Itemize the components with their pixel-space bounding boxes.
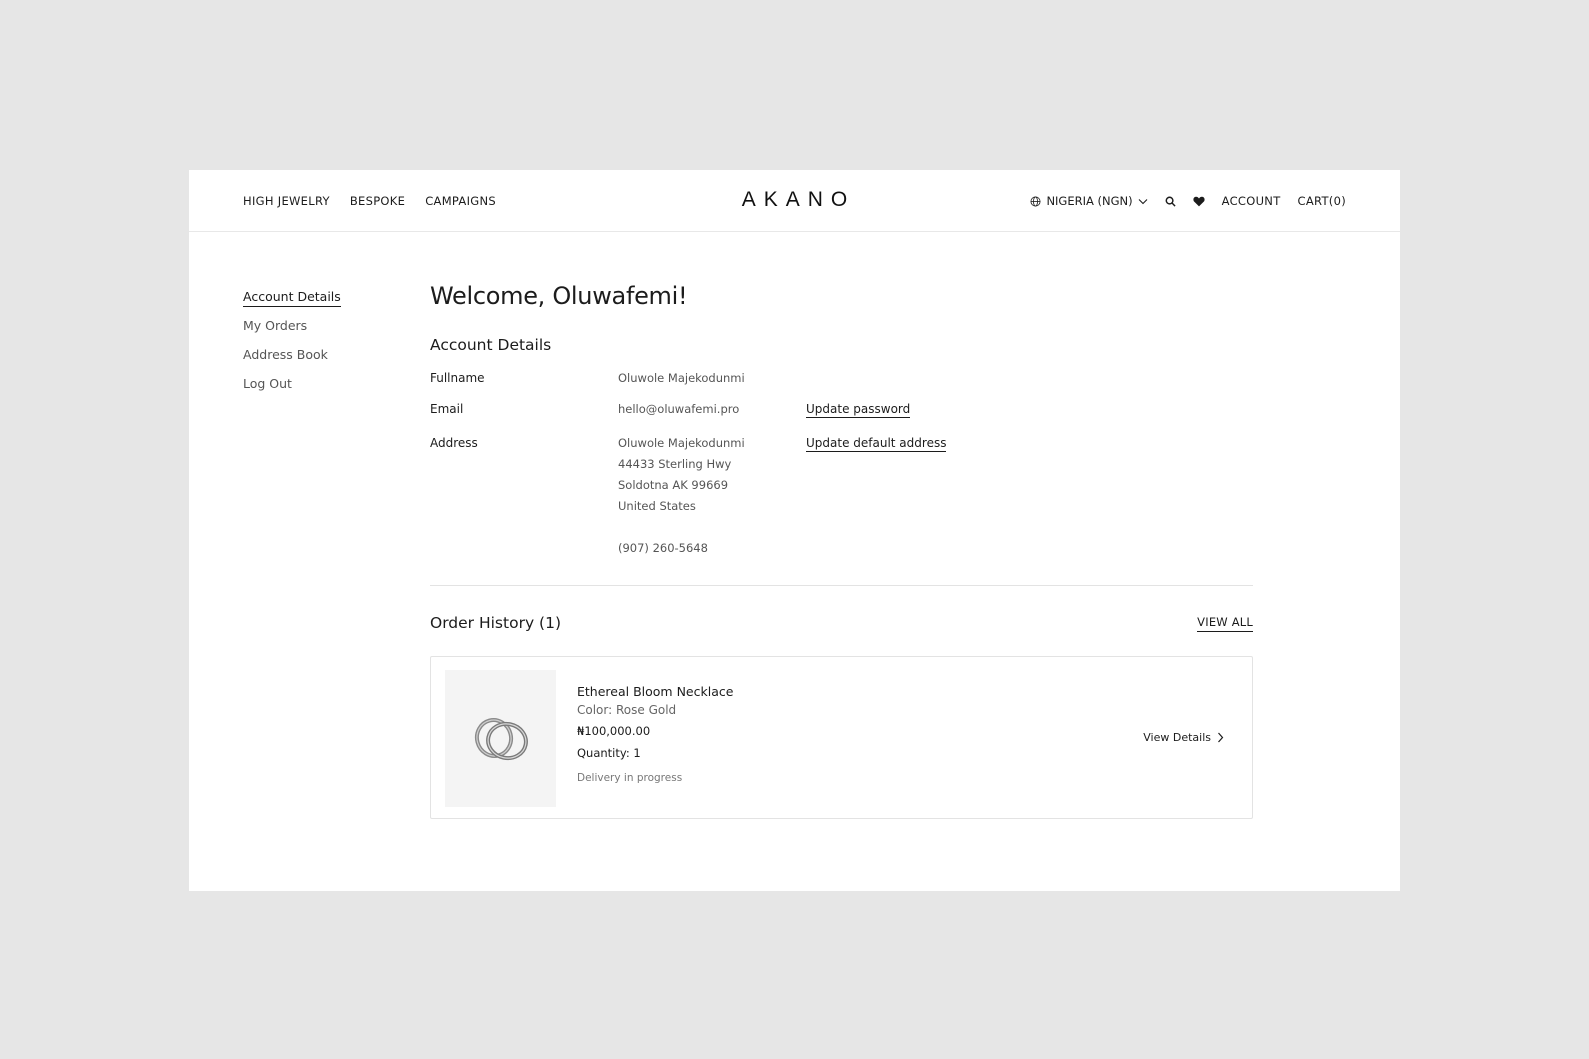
globe-icon [1030,196,1041,207]
sidebar-item-account-details[interactable]: Account Details [243,289,341,307]
fullname-row: Fullname Oluwole Majekodunmi [430,371,1253,402]
heart-icon[interactable] [1193,196,1205,207]
email-row: Email hello@oluwafemi.pro Update passwor… [430,402,1253,436]
view-details-button[interactable]: View Details [1143,731,1224,744]
delivery-status: Delivery in progress [577,772,683,784]
chevron-right-icon [1217,732,1224,743]
sidebar-item-label: Address Book [243,347,328,362]
sidebar-item-address-book[interactable]: Address Book [243,347,341,362]
address-value: Oluwole Majekodunmi 44433 Sterling Hwy S… [618,433,806,559]
order-history-heading: Order History (1) [430,614,562,632]
product-price: ₦100,000.00 [577,724,651,738]
product-name[interactable]: Ethereal Bloom Necklace [577,684,733,699]
order-item-info: Ethereal Bloom Necklace Color: Rose Gold… [577,684,733,784]
search-icon[interactable] [1165,196,1176,207]
address-label: Address [430,436,478,450]
fullname-label: Fullname [430,371,485,385]
view-all-link[interactable]: VIEW ALL [1197,615,1253,632]
email-value: hello@oluwafemi.pro [618,402,740,416]
order-history-header: Order History (1) VIEW ALL [430,614,1253,632]
sidebar-item-log-out[interactable]: Log Out [243,376,341,391]
section-divider [430,585,1253,586]
sidebar-item-label: Account Details [243,289,341,307]
account-details-heading: Account Details [430,336,552,354]
email-label: Email [430,402,464,416]
sidebar-item-label: Log Out [243,376,292,391]
phone-number: (907) 260-5648 [618,541,708,555]
address-row: Address Oluwole Majekodunmi 44433 Sterli… [430,436,1253,559]
ring-image [474,717,528,760]
order-card: Ethereal Bloom Necklace Color: Rose Gold… [430,656,1253,819]
account-main: Welcome, Oluwafemi! Account Details Full… [430,282,1253,819]
update-address-link[interactable]: Update default address [806,436,947,452]
region-selector[interactable]: NIGERIA (NGN) [1030,194,1147,208]
sidebar-item-my-orders[interactable]: My Orders [243,318,341,333]
address-line: 44433 Sterling Hwy [618,457,732,471]
view-details-label: View Details [1143,731,1211,744]
account-link[interactable]: ACCOUNT [1222,194,1281,208]
sidebar-item-label: My Orders [243,318,308,333]
cart-link[interactable]: CART(0) [1298,194,1346,208]
page-frame: HIGH JEWELRY BESPOKE CAMPAIGNS AKANO NIG… [189,170,1400,891]
account-sidebar: Account Details My Orders Address Book L… [243,289,341,405]
fullname-value: Oluwole Majekodunmi [618,371,745,385]
address-line: United States [618,499,696,513]
address-line: Oluwole Majekodunmi [618,436,745,450]
page-title: Welcome, Oluwafemi! [430,282,688,310]
address-line: Soldotna AK 99669 [618,478,729,492]
site-header: HIGH JEWELRY BESPOKE CAMPAIGNS AKANO NIG… [189,170,1400,232]
product-color: Color: Rose Gold [577,703,677,717]
utility-nav: NIGERIA (NGN) ACCOUNT CART(0) [1030,194,1346,208]
account-details: Fullname Oluwole Majekodunmi Email hello… [430,371,1253,559]
region-label: NIGERIA (NGN) [1046,194,1133,208]
product-quantity: Quantity: 1 [577,746,641,760]
product-thumbnail[interactable] [445,670,556,807]
update-password-link[interactable]: Update password [806,402,911,418]
chevron-down-icon [1138,198,1148,205]
